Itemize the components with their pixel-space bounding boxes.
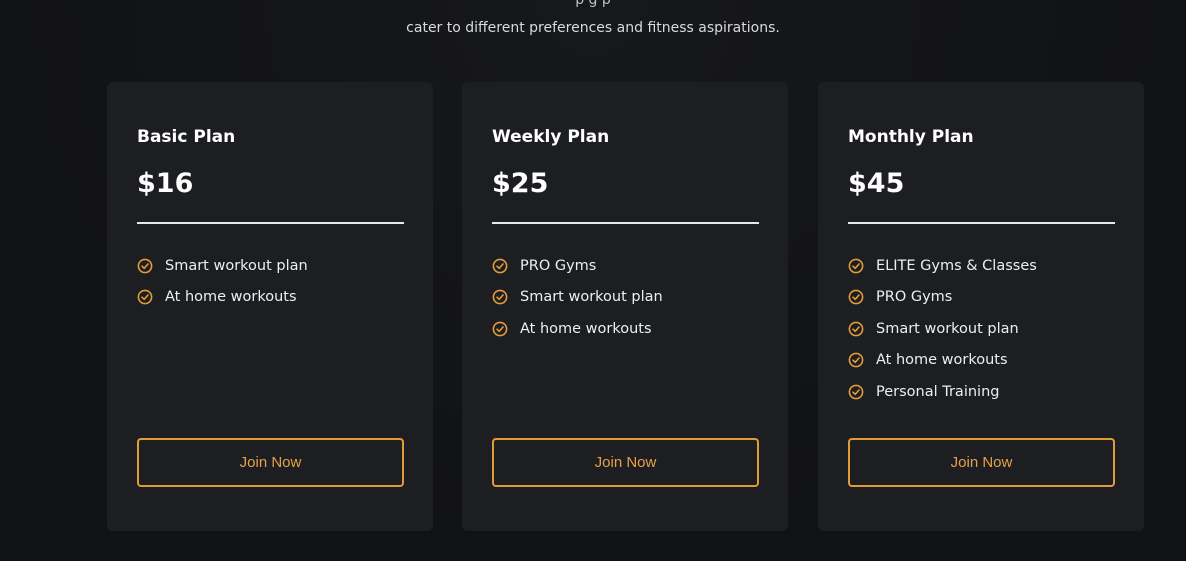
plan-feature-label: ELITE Gyms & Classes [876,257,1037,274]
plan-feature-label: Smart workout plan [876,320,1019,337]
plan-divider [848,222,1115,224]
plan-card-weekly: Weekly Plan $25 PRO Gyms Smart workout p… [462,82,788,531]
join-now-button-basic[interactable]: Join Now [137,438,404,487]
plan-feature-list: Smart workout plan At home workouts [137,250,308,313]
plan-feature-label: Smart workout plan [165,257,308,274]
check-circle-icon [492,258,508,274]
check-circle-icon [137,258,153,274]
plan-feature: Smart workout plan [848,313,1037,345]
check-circle-icon [492,321,508,337]
check-circle-icon [848,289,864,305]
plan-price: $16 [137,168,194,199]
plan-feature-label: Personal Training [876,383,1000,400]
plan-card-basic: Basic Plan $16 Smart workout plan At hom… [107,82,433,531]
plan-feature-list: ELITE Gyms & Classes PRO Gyms Smart work… [848,250,1037,408]
intro-line-1: p g p [575,0,611,8]
plan-feature-label: At home workouts [520,320,652,337]
intro-line-2: cater to different preferences and fitne… [406,20,780,36]
plan-price: $45 [848,168,905,199]
plan-divider [137,222,404,224]
plan-feature: Smart workout plan [492,282,663,314]
plan-feature-list: PRO Gyms Smart workout plan At home work… [492,250,663,345]
plan-divider [492,222,759,224]
plan-feature: Smart workout plan [137,250,308,282]
plan-title: Basic Plan [137,127,236,147]
plan-title: Weekly Plan [492,127,610,147]
plan-card-monthly: Monthly Plan $45 ELITE Gyms & Classes PR… [818,82,1144,531]
join-now-button-monthly[interactable]: Join Now [848,438,1115,487]
plan-feature: ELITE Gyms & Classes [848,250,1037,282]
join-now-button-weekly[interactable]: Join Now [492,438,759,487]
check-circle-icon [848,258,864,274]
plan-feature-label: PRO Gyms [520,257,597,274]
plan-feature-label: PRO Gyms [876,289,953,306]
check-circle-icon [137,289,153,305]
plan-title: Monthly Plan [848,127,974,147]
plan-feature-label: At home workouts [165,289,297,306]
plan-feature: At home workouts [137,282,308,314]
section-intro: p g p cater to different preferences and… [0,0,1186,42]
plan-feature: Personal Training [848,376,1037,408]
check-circle-icon [848,352,864,368]
plan-price: $25 [492,168,549,199]
plan-feature: PRO Gyms [848,282,1037,314]
check-circle-icon [492,289,508,305]
plan-feature: At home workouts [848,345,1037,377]
plan-feature-label: At home workouts [876,352,1008,369]
plan-feature: At home workouts [492,313,663,345]
pricing-page: p g p cater to different preferences and… [0,0,1186,561]
check-circle-icon [848,384,864,400]
plan-feature: PRO Gyms [492,250,663,282]
check-circle-icon [848,321,864,337]
plan-feature-label: Smart workout plan [520,289,663,306]
